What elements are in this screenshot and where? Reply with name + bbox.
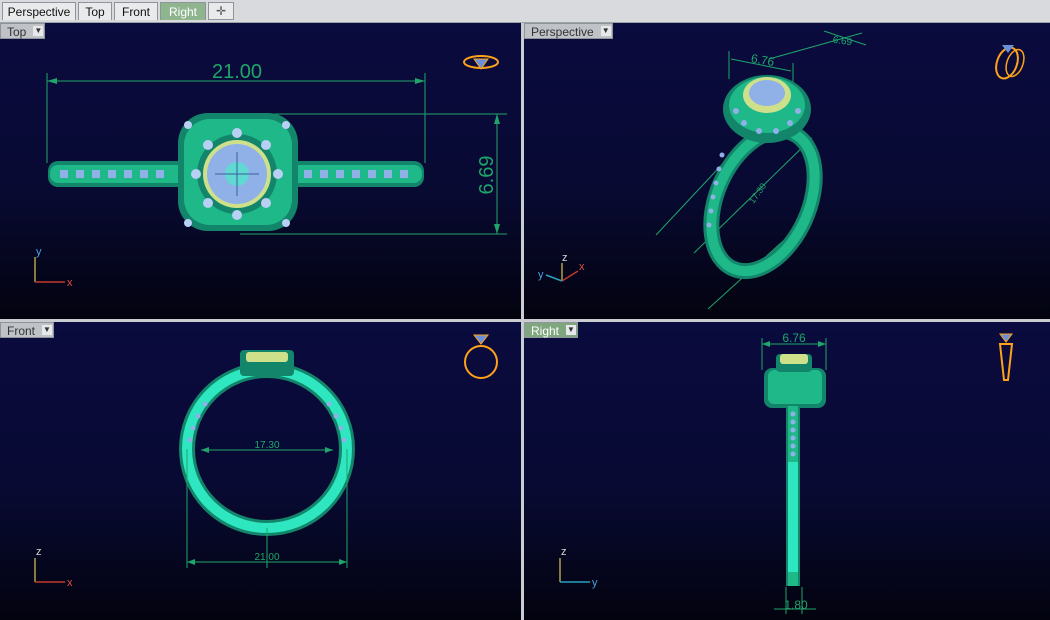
top-view-canvas: 21.00 6.69 y x — [34, 55, 507, 289]
axis-x-label: x — [67, 277, 73, 289]
front-view-canvas: 17.30 21.00 z x — [34, 334, 498, 589]
navigation-ring-icon[interactable] — [464, 334, 498, 379]
tab-right[interactable]: Right — [160, 2, 206, 20]
axis-x-label: x — [579, 261, 585, 273]
chevron-down-icon[interactable]: ▼ — [600, 26, 611, 36]
viewport-perspective[interactable]: 6.76 6.69 17.30 z x y Perspective ▼ — [524, 23, 1050, 319]
persp-diag-dimension: 6.69 — [832, 35, 853, 49]
navigation-ring-icon[interactable] — [992, 45, 1027, 82]
axis-y-label: y — [36, 246, 42, 258]
axis-x-label: x — [67, 577, 73, 589]
navigation-ring-icon[interactable] — [463, 55, 499, 70]
tab-top[interactable]: Top — [78, 2, 112, 20]
axis-indicator-front: z x — [34, 546, 73, 589]
viewport-label-perspective[interactable]: Perspective ▼ — [524, 23, 613, 39]
axis-z-label: z — [561, 546, 567, 558]
viewport-right[interactable]: 6.76 1.80 z y Right ▼ — [524, 322, 1050, 620]
right-top-dimension: 6.76 — [782, 331, 806, 345]
right-view-canvas: 6.76 1.80 z y — [559, 331, 1014, 614]
axis-z-label: z — [562, 252, 568, 264]
viewport-label-right[interactable]: Right ▼ — [524, 322, 579, 338]
ring-front — [179, 350, 355, 536]
ring-right — [764, 354, 826, 586]
chevron-down-icon[interactable]: ▼ — [42, 325, 53, 335]
tab-front[interactable]: Front — [114, 2, 158, 20]
front-inner-dimension: 17.30 — [254, 440, 279, 451]
chevron-down-icon[interactable]: ▼ — [33, 26, 44, 36]
ring-halo-top — [178, 113, 298, 231]
viewport-tab-bar: Perspective Top Front Right ✛ — [0, 0, 1050, 23]
viewport-label-top[interactable]: Top ▼ — [0, 23, 46, 39]
viewport-top[interactable]: 21.00 6.69 y x Top ▼ — [0, 23, 521, 319]
chevron-down-icon[interactable]: ▼ — [566, 325, 577, 335]
tab-perspective[interactable]: Perspective — [2, 2, 76, 20]
perspective-view-canvas: 6.76 6.69 17.30 z x y — [538, 30, 1027, 310]
ring-perspective — [703, 75, 823, 280]
persp-diameter-dimension: 17.30 — [747, 181, 768, 205]
front-outer-dimension: 21.00 — [254, 552, 279, 563]
plus-icon: ✛ — [215, 4, 227, 18]
axis-indicator-top: y x — [34, 246, 73, 289]
add-tab-button[interactable]: ✛ — [208, 2, 234, 20]
persp-top-dimension: 6.76 — [750, 51, 776, 69]
right-band-dimension: 1.80 — [784, 598, 808, 612]
viewport-front[interactable]: 17.30 21.00 z x Front ▼ — [0, 322, 521, 620]
top-length-dimension: 21.00 — [212, 61, 262, 83]
top-width-dimension: 6.69 — [476, 156, 498, 195]
axis-indicator-right: z y — [559, 546, 598, 589]
navigation-ring-icon[interactable] — [998, 333, 1014, 381]
axis-y-label: y — [538, 269, 544, 281]
viewport-label-front[interactable]: Front ▼ — [0, 322, 55, 338]
axis-z-label: z — [36, 546, 42, 558]
axis-indicator-perspective: z x y — [538, 252, 585, 282]
axis-y-label: y — [592, 577, 598, 589]
